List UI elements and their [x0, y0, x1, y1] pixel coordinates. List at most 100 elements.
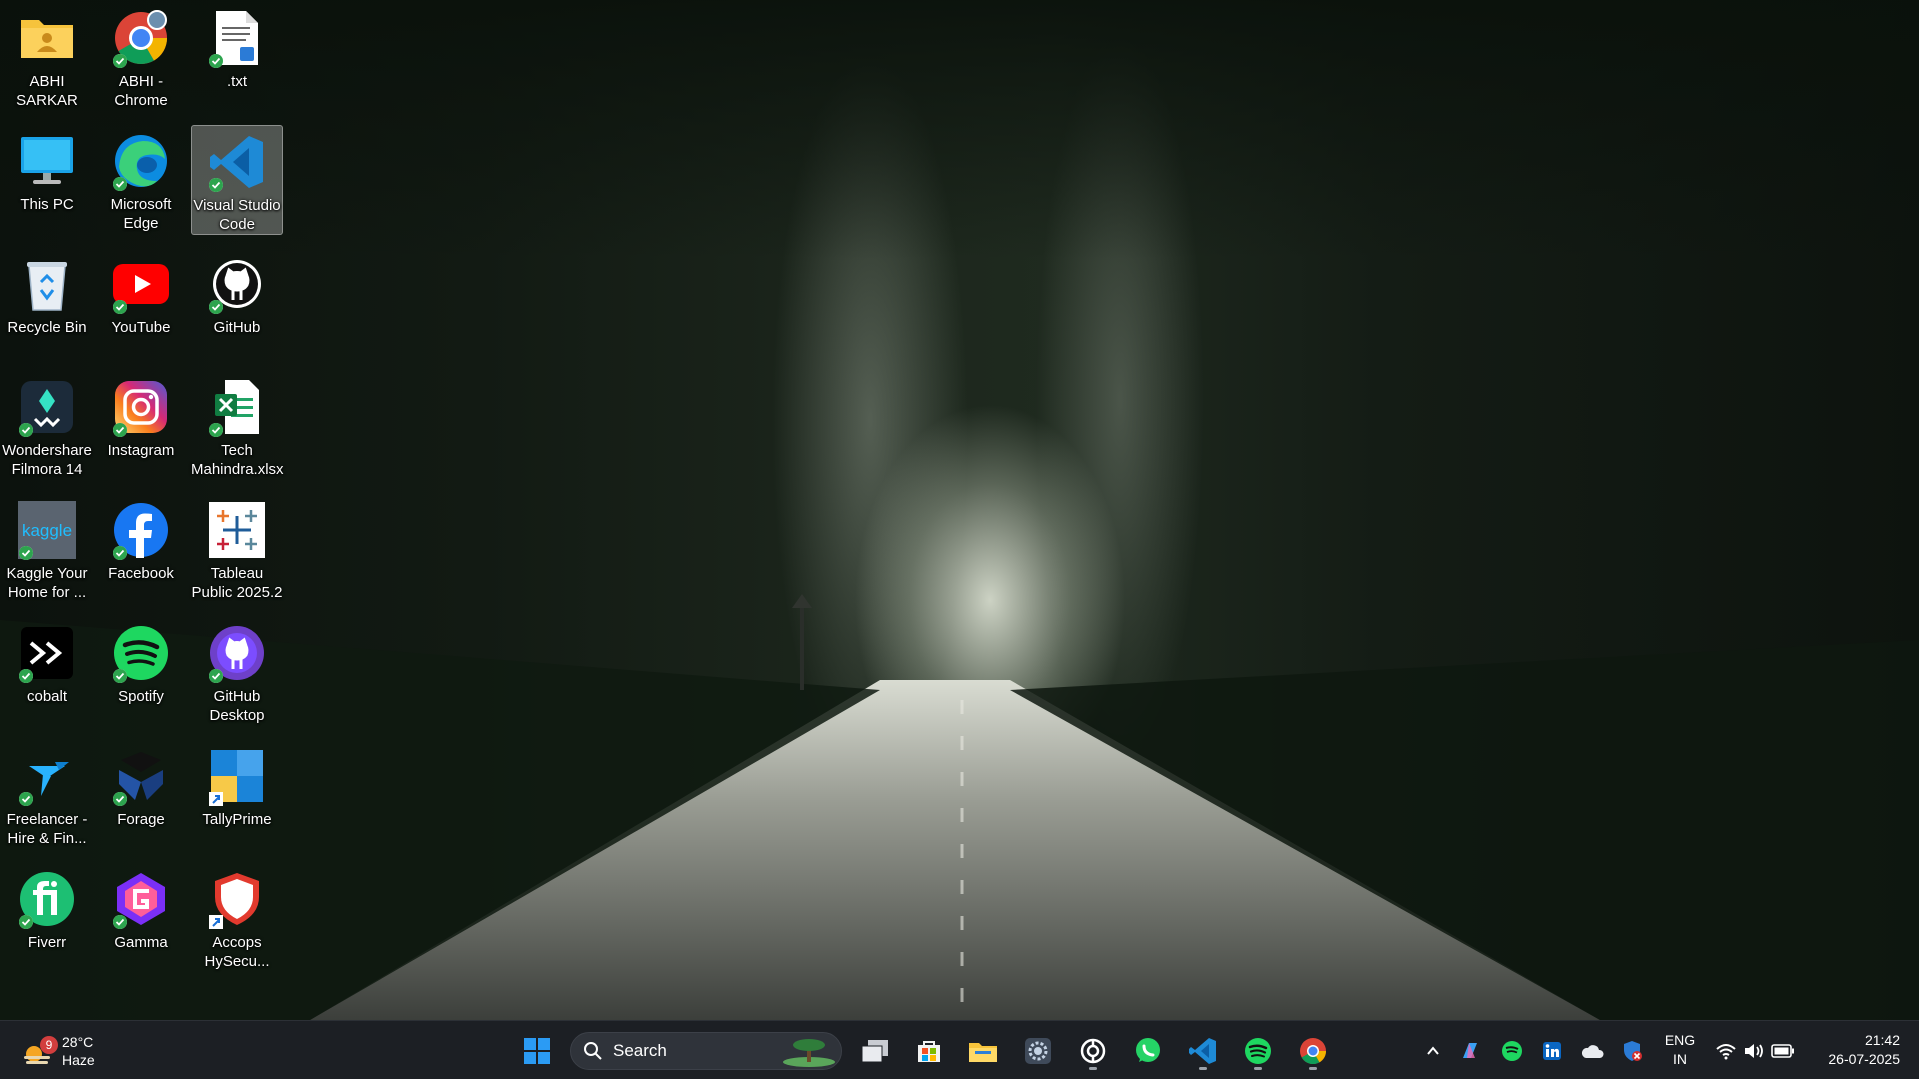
- sync-status-icon: [209, 669, 223, 683]
- region-code: IN: [1673, 1051, 1687, 1067]
- spotify-icon: [111, 623, 171, 683]
- task-view-button[interactable]: [855, 1031, 895, 1071]
- desktop-icon-label: YouTube: [111, 319, 171, 336]
- desktop-icon-spotify[interactable]: Spotify: [95, 617, 187, 727]
- whatsapp-icon: [1136, 1038, 1160, 1062]
- linkedin-tray-button[interactable]: [1534, 1031, 1570, 1071]
- desktop-icon-txt-file[interactable]: .txt: [191, 2, 283, 112]
- search-highlight-icon: [783, 1039, 835, 1067]
- folder-icon: [17, 8, 77, 68]
- sync-status-icon: [113, 300, 127, 314]
- forage-icon: [111, 746, 171, 806]
- language-code: ENG: [1664, 1032, 1696, 1048]
- desktop-icon-fiverr[interactable]: Fiverr: [1, 863, 93, 973]
- file-explorer-button[interactable]: [963, 1031, 1003, 1071]
- desktop-icon-label: Wondershare Filmora 14: [2, 442, 92, 478]
- desktop-icon-label: GitHub Desktop: [209, 688, 265, 724]
- security-tray-button[interactable]: [1614, 1031, 1650, 1071]
- desktop-icon-edge[interactable]: Microsoft Edge: [95, 125, 187, 235]
- start-button[interactable]: [517, 1031, 557, 1071]
- weather-widget[interactable]: 9 28°C Haze: [20, 1029, 110, 1073]
- desktop-icon-excel-file[interactable]: Tech Mahindra.xlsx: [191, 371, 284, 481]
- desktop-icon-instagram[interactable]: Instagram: [95, 371, 187, 481]
- search-box[interactable]: Search: [570, 1032, 842, 1070]
- this-pc-icon: [17, 131, 77, 191]
- running-indicator: [1089, 1067, 1097, 1070]
- sync-status-icon: [113, 546, 127, 560]
- tallyprime-icon: [207, 746, 267, 806]
- filmora-icon: [17, 377, 77, 437]
- network-volume-battery-button[interactable]: [1712, 1031, 1798, 1071]
- desktop-icon-tallyprime[interactable]: TallyPrime: [191, 740, 283, 850]
- freelancer-icon: [17, 746, 77, 806]
- sync-status-icon: [113, 177, 127, 191]
- desktop-wallpaper: [0, 0, 1919, 1020]
- sync-status-icon: [209, 54, 223, 68]
- spotify-taskbar-button[interactable]: [1238, 1031, 1278, 1071]
- youtube-icon: [111, 254, 171, 314]
- desktop-icon-tableau[interactable]: Tableau Public 2025.2: [191, 494, 283, 604]
- settings-button[interactable]: [1018, 1031, 1058, 1071]
- sync-status-icon: [19, 423, 33, 437]
- sync-status-icon: [209, 423, 223, 437]
- weather-temp: 28°C: [62, 1034, 94, 1050]
- clock[interactable]: 21:42 26-07-2025: [1810, 1031, 1900, 1069]
- edge-icon: [111, 131, 171, 191]
- whatsapp-button[interactable]: [1128, 1031, 1168, 1071]
- desktop-icon-freelancer[interactable]: Freelancer - Hire & Fin...: [1, 740, 93, 850]
- taskbar: 9 28°C Haze Search ENG IN 21:42 26-07-20…: [0, 1020, 1919, 1079]
- desktop-icon-label: Gamma: [114, 934, 168, 951]
- sync-status-icon: [209, 178, 223, 192]
- desktop-icon-github[interactable]: GitHub: [191, 248, 283, 358]
- vscode-icon: [1189, 1038, 1216, 1064]
- language-indicator[interactable]: ENG IN: [1660, 1031, 1700, 1069]
- desktop-icon-label: ABHI SARKAR: [16, 73, 78, 109]
- sync-status-icon: [113, 54, 127, 68]
- chatgpt-button[interactable]: [1073, 1031, 1113, 1071]
- desktop-icon-filmora[interactable]: Wondershare Filmora 14: [1, 371, 93, 481]
- wallpaper-forest-road: [0, 0, 1919, 1020]
- desktop-icon-label: Microsoft Edge: [110, 196, 172, 232]
- copilot-tray-button[interactable]: [1452, 1031, 1488, 1071]
- weather-badge: 9: [40, 1036, 58, 1054]
- desktop-icon-label: Accops HySecu...: [204, 934, 270, 970]
- sync-status-icon: [209, 300, 223, 314]
- search-icon: [584, 1042, 602, 1060]
- desktop-icon-label: ABHI - Chrome: [114, 73, 168, 109]
- desktop-icon-kaggle[interactable]: kaggle Kaggle Your Home for ...: [1, 494, 93, 604]
- chrome-taskbar-button[interactable]: [1293, 1031, 1333, 1071]
- instagram-icon: [111, 377, 171, 437]
- spotify-tray-button[interactable]: [1494, 1031, 1530, 1071]
- desktop-icon-this-pc[interactable]: This PC: [1, 125, 93, 235]
- desktop-icon-folder[interactable]: ABHI SARKAR: [1, 2, 93, 112]
- desktop-icon-cobalt[interactable]: cobalt: [1, 617, 93, 727]
- chevron-up-icon: [1427, 1046, 1439, 1055]
- spotify-icon: [1502, 1041, 1522, 1061]
- fiverr-icon: [17, 869, 77, 929]
- show-hidden-icons-button[interactable]: [1413, 1031, 1453, 1071]
- facebook-icon: [111, 500, 171, 560]
- desktop-icon-github-desktop[interactable]: GitHub Desktop: [191, 617, 283, 727]
- spotify-icon: [1245, 1038, 1271, 1064]
- running-indicator: [1254, 1067, 1262, 1070]
- desktop-icon-label: Facebook: [108, 565, 174, 582]
- desktop-icon-recycle-bin[interactable]: Recycle Bin: [1, 248, 93, 358]
- running-indicator: [1199, 1067, 1207, 1070]
- desktop-icon-accops[interactable]: Accops HySecu...: [191, 863, 283, 973]
- vscode-taskbar-button[interactable]: [1183, 1031, 1223, 1071]
- running-indicator: [1309, 1067, 1317, 1070]
- desktop-icon-gamma[interactable]: Gamma: [95, 863, 187, 973]
- sync-status-icon: [19, 915, 33, 929]
- cobalt-icon: [17, 623, 77, 683]
- onedrive-tray-button[interactable]: [1574, 1031, 1610, 1071]
- microsoft-store-button[interactable]: [909, 1031, 949, 1071]
- desktop-icon-label: Freelancer - Hire & Fin...: [6, 811, 88, 847]
- desktop-icon-forage[interactable]: Forage: [95, 740, 187, 850]
- shortcut-arrow-icon: [209, 792, 223, 806]
- shortcut-arrow-icon: [209, 915, 223, 929]
- desktop-icon-chrome[interactable]: ABHI - Chrome: [95, 2, 187, 112]
- sync-status-icon: [113, 792, 127, 806]
- desktop-icon-facebook[interactable]: Facebook: [95, 494, 187, 604]
- desktop-icon-vscode[interactable]: Visual Studio Code: [191, 125, 283, 235]
- desktop-icon-youtube[interactable]: YouTube: [95, 248, 187, 358]
